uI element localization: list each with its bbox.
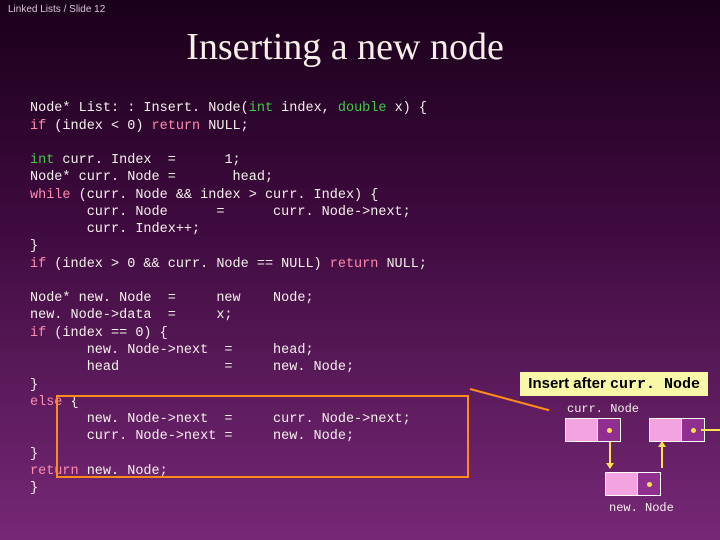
code-line: curr. Index++; bbox=[30, 222, 200, 237]
code-line: new. Node->next = head; bbox=[30, 343, 314, 358]
code-line: } bbox=[30, 447, 38, 462]
annotation-prefix: Insert after bbox=[528, 375, 610, 392]
node-new bbox=[605, 472, 661, 496]
code-line: curr. Node = curr. Node->next; bbox=[30, 205, 411, 220]
code-line: if (index < 0) return NULL; bbox=[30, 119, 249, 134]
code-line: } bbox=[30, 481, 38, 496]
diagram-label-new: new. Node bbox=[609, 501, 705, 515]
annotation-target: curr. Node bbox=[610, 376, 700, 393]
code-line: } bbox=[30, 378, 38, 393]
code-line: return new. Node; bbox=[30, 464, 168, 479]
code-line: if (index > 0 && curr. Node == NULL) ret… bbox=[30, 257, 427, 272]
slide-title: Inserting a new node bbox=[145, 25, 545, 69]
code-line: if (index == 0) { bbox=[30, 326, 168, 341]
arrow-down-icon bbox=[609, 442, 611, 468]
linked-list-diagram: curr. Node new. Node bbox=[565, 402, 705, 515]
code-line: int curr. Index = 1; bbox=[30, 153, 241, 168]
code-line: new. Node->data = x; bbox=[30, 308, 233, 323]
code-line: else { bbox=[30, 395, 79, 410]
code-line: new. Node->next = curr. Node->next; bbox=[30, 412, 411, 427]
arrow-right-icon bbox=[701, 429, 720, 431]
annotation-callout: Insert after curr. Node bbox=[520, 372, 708, 396]
code-line: Node* new. Node = new Node; bbox=[30, 291, 314, 306]
diagram-label-curr: curr. Node bbox=[567, 402, 705, 416]
code-line: } bbox=[30, 239, 38, 254]
breadcrumb: Linked Lists / Slide 12 bbox=[0, 0, 720, 19]
code-line: while (curr. Node && index > curr. Index… bbox=[30, 188, 378, 203]
code-line: Node* curr. Node = head; bbox=[30, 170, 273, 185]
code-line: head = new. Node; bbox=[30, 360, 354, 375]
code-line: Node* List: : Insert. Node(int index, do… bbox=[30, 101, 427, 116]
node-curr bbox=[565, 418, 621, 442]
arrow-up-icon bbox=[661, 442, 663, 468]
code-line: curr. Node->next = new. Node; bbox=[30, 429, 354, 444]
node-next bbox=[649, 418, 705, 442]
